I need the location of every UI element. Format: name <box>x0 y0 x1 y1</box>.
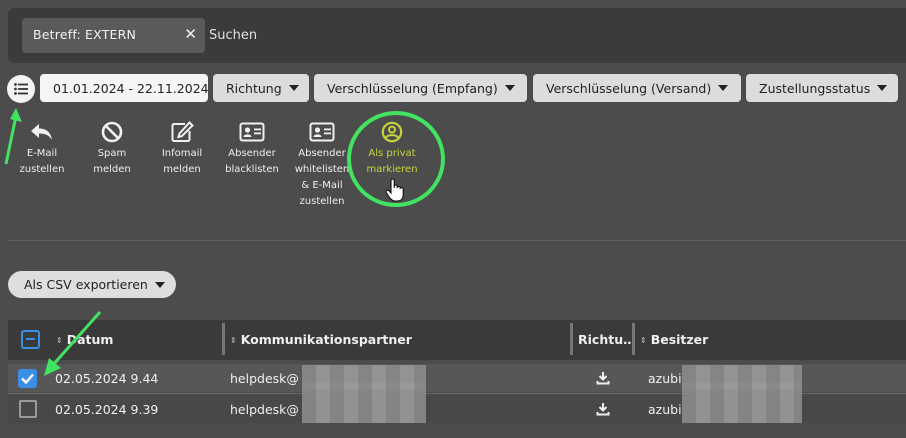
row-partner: helpdesk@ <box>230 371 299 386</box>
row-date: 02.05.2024 9.39 <box>55 402 159 417</box>
action-label-line2: zustellen <box>19 164 65 175</box>
column-header-owner[interactable]: ⇕ Besitzer <box>640 332 708 347</box>
action-label-line4: zustellen <box>299 196 345 207</box>
action-label-line1: E-Mail <box>26 148 58 159</box>
filter-chip-subject[interactable]: Betreff: EXTERN ✕ <box>22 18 205 53</box>
delivery-status-filter[interactable]: Zustellungsstatus <box>746 74 898 102</box>
caret-down-icon <box>718 85 729 91</box>
row-date: 02.05.2024 9.44 <box>55 371 159 386</box>
mark-private-button[interactable]: Als privat markieren <box>361 121 423 178</box>
action-label-line1: Absender <box>298 148 346 159</box>
column-resizer[interactable] <box>222 323 225 355</box>
csv-export-label: Als CSV exportieren <box>24 277 148 292</box>
report-infomail-button[interactable]: Infomail melden <box>152 121 212 178</box>
action-label-line2: melden <box>163 164 201 175</box>
column-resizer[interactable] <box>570 323 573 355</box>
blacklist-sender-button[interactable]: Absender blacklisten <box>222 121 282 178</box>
encryption-receive-filter[interactable]: Verschlüsselung (Empfang) <box>314 74 527 102</box>
sort-icon: ⇕ <box>230 336 237 345</box>
delivery-status-label: Zustellungsstatus <box>759 80 871 96</box>
ban-icon <box>101 121 123 143</box>
download-icon <box>596 372 610 385</box>
search-bar[interactable]: Betreff: EXTERN ✕ Suchen <box>8 8 906 63</box>
id-card-icon <box>309 122 335 142</box>
action-label-line3: & E-Mail <box>301 180 343 191</box>
action-label-line1: Absender <box>228 148 276 159</box>
encryption-send-filter[interactable]: Verschlüsselung (Versand) <box>533 74 741 102</box>
redacted-area <box>682 383 802 423</box>
action-label-line2: markieren <box>366 164 418 175</box>
column-header-date[interactable]: ⇕ Datum <box>56 332 113 347</box>
column-list-button[interactable] <box>7 75 35 103</box>
search-input[interactable]: Suchen <box>209 28 257 43</box>
action-label-line2: melden <box>93 164 131 175</box>
id-card-icon <box>239 122 265 142</box>
action-label-line1: Infomail <box>161 148 203 159</box>
filter-chip-label: Betreff: EXTERN <box>33 27 137 42</box>
row-owner: azubi <box>648 371 682 386</box>
select-all-checkbox[interactable] <box>21 330 40 349</box>
caret-down-icon <box>504 85 515 91</box>
section-divider <box>8 240 906 241</box>
check-icon <box>21 373 34 385</box>
csv-export-button[interactable]: Als CSV exportieren <box>8 271 176 298</box>
row-checkbox[interactable] <box>19 400 37 418</box>
list-icon <box>14 83 28 95</box>
close-icon[interactable]: ✕ <box>184 25 197 43</box>
action-label-line1: Spam <box>97 148 127 159</box>
report-spam-button[interactable]: Spam melden <box>82 121 142 178</box>
download-icon <box>596 403 610 416</box>
row-partner: helpdesk@ <box>230 402 299 417</box>
action-label-line2: whitelisten <box>294 164 350 175</box>
column-header-direction[interactable]: Richtu… <box>578 332 636 347</box>
encryption-send-label: Verschlüsselung (Versand) <box>546 80 712 96</box>
caret-down-icon <box>288 85 299 91</box>
deliver-email-button[interactable]: E-Mail zustellen <box>12 121 72 178</box>
column-header-partner[interactable]: ⇕ Kommunikationspartner <box>230 332 412 347</box>
hand-cursor-icon <box>385 178 404 202</box>
row-owner: azubi <box>648 402 682 417</box>
action-label-line2: blacklisten <box>225 164 279 175</box>
whitelist-sender-button[interactable]: Absender whitelisten & E-Mail zustellen <box>291 121 353 210</box>
redacted-area <box>302 383 426 423</box>
action-label-line1: Als privat <box>368 148 416 159</box>
edit-icon <box>171 121 194 142</box>
encryption-receive-label: Verschlüsselung (Empfang) <box>327 80 498 96</box>
table-row[interactable]: 02.05.2024 9.39 helpdesk@ azubi <box>8 383 906 423</box>
caret-down-icon <box>877 85 888 91</box>
sort-icon: ⇕ <box>56 336 63 345</box>
date-range-label: 01.01.2024 - 22.11.2024 <box>53 80 208 96</box>
user-circle-icon <box>381 121 403 143</box>
row-checkbox-checked[interactable] <box>18 369 37 388</box>
direction-filter[interactable]: Richtung <box>213 74 309 102</box>
date-range-filter[interactable]: 01.01.2024 - 22.11.2024 <box>40 74 208 102</box>
caret-down-icon <box>154 281 165 288</box>
table-header: ⇕ Datum ⇕ Kommunikationspartner Richtu… ⇕ B… <box>8 320 906 360</box>
reply-icon <box>31 124 52 140</box>
sort-icon: ⇕ <box>640 336 647 345</box>
column-resizer[interactable] <box>632 323 635 355</box>
direction-filter-label: Richtung <box>226 80 282 96</box>
